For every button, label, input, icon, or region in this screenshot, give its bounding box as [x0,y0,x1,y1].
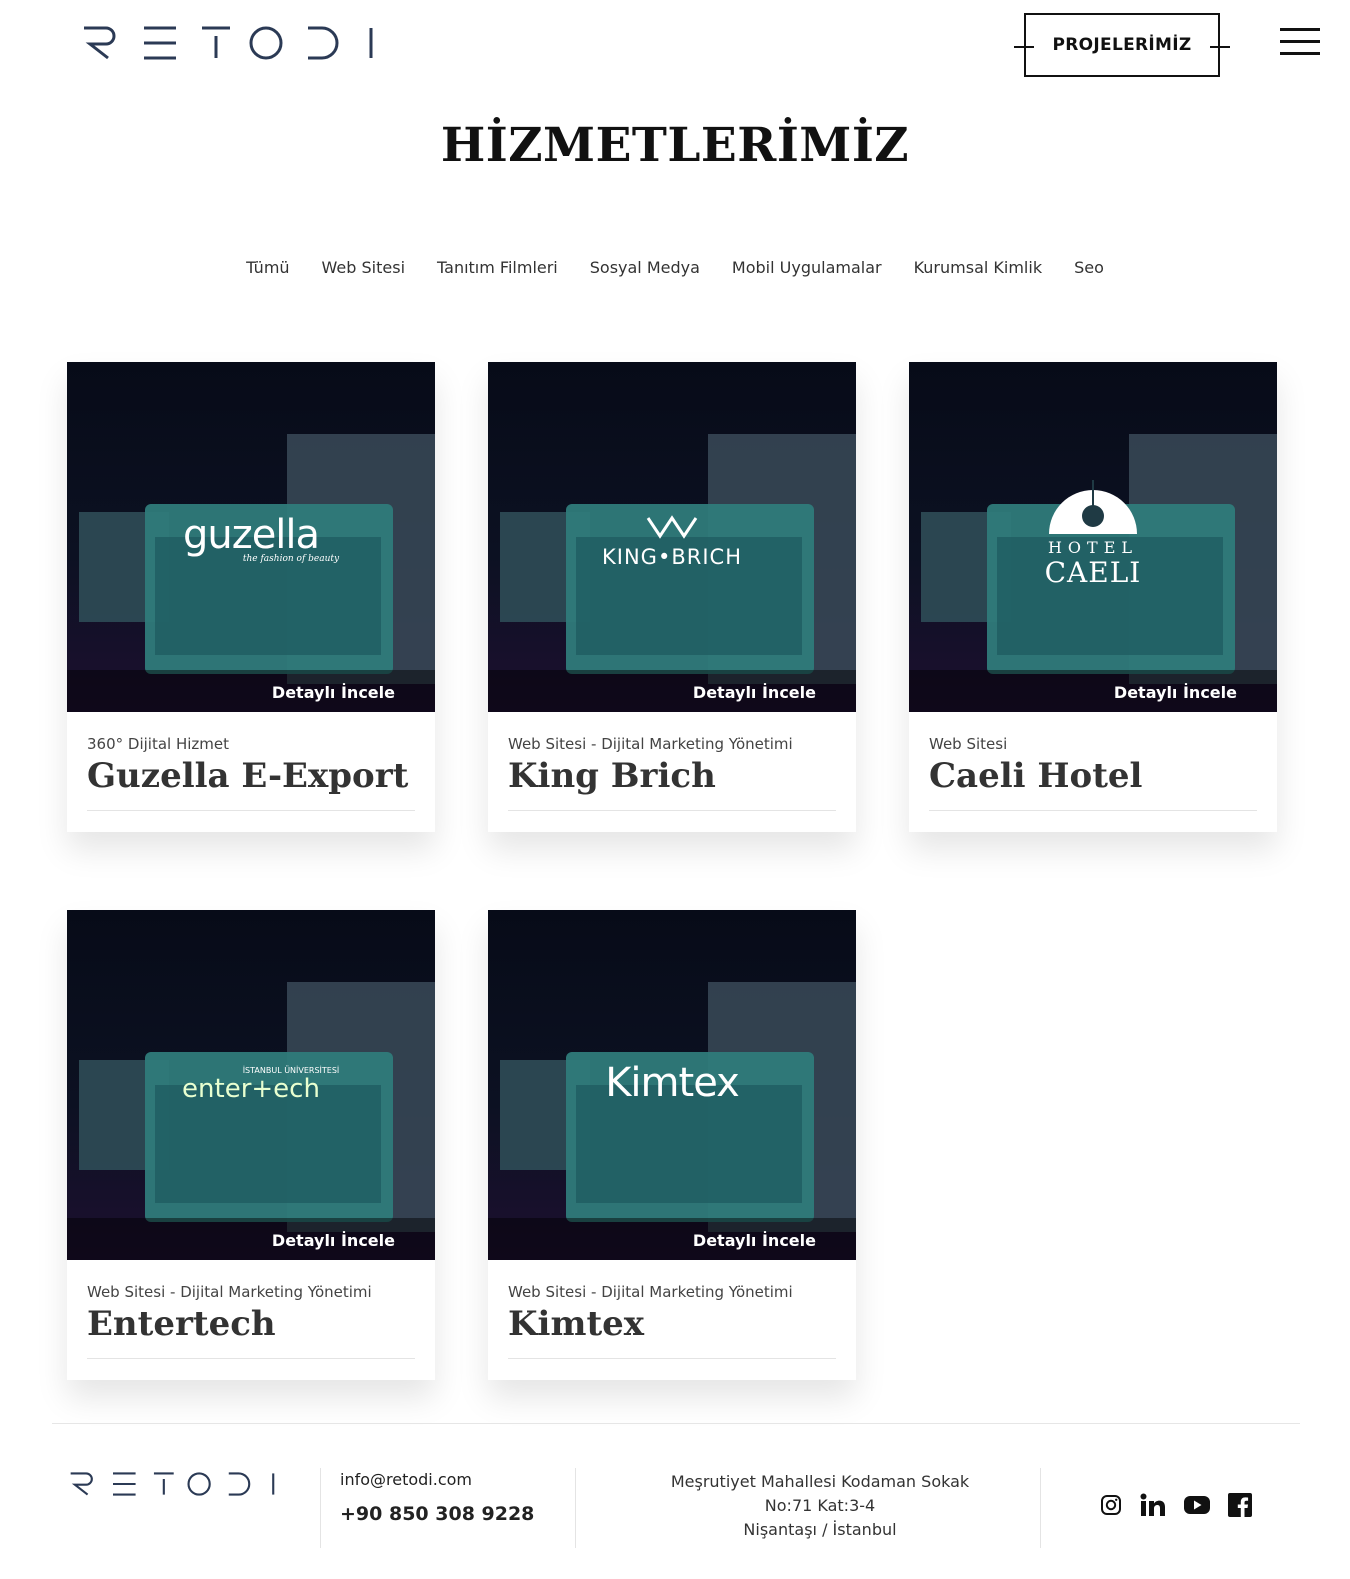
hamburger-menu-icon[interactable] [1280,28,1320,56]
filter-tab-kurumsal-kimlik[interactable]: Kurumsal Kimlik [914,258,1043,277]
project-card-entertech[interactable]: İSTANBUL ÜNİVERSİTESİ enter+ech Detaylı … [67,910,435,1380]
instagram-icon[interactable] [1100,1494,1122,1521]
kimtex-logo: Kimtex [605,1060,740,1106]
address-line: Nişantaşı / İstanbul [743,1520,897,1539]
project-thumbnail[interactable]: KING•BRICH Detaylı İncele [488,362,856,712]
project-card-caeli-hotel[interactable]: HOTEL CAELI Detaylı İncele Web Sitesi Ca… [909,362,1277,832]
footer-address: Meşrutiyet Mahallesi Kodaman Sokak No:71… [640,1470,1000,1542]
guzella-tagline: the fashion of beauty [242,554,340,564]
project-thumbnail[interactable]: guzella the fashion of beauty Detaylı İn… [67,362,435,712]
project-category: 360° Dijital Hizmet [87,735,230,753]
detail-link[interactable]: Detaylı İncele [272,1231,395,1250]
detail-link[interactable]: Detaylı İncele [272,683,395,702]
filter-tab-tanitim-filmleri[interactable]: Tanıtım Filmleri [437,258,558,277]
logo-wordmark-icon [84,26,373,60]
retodi-logo[interactable] [84,26,374,60]
project-thumbnail[interactable]: Kimtex Detaylı İncele [488,910,856,1260]
project-card-guzella[interactable]: guzella the fashion of beauty Detaylı İn… [67,362,435,832]
entertech-logo: enter+ech [182,1074,320,1104]
project-thumbnail[interactable]: HOTEL CAELI Detaylı İncele [909,362,1277,712]
project-category: Web Sitesi - Dijital Marketing Yönetimi [87,1283,372,1301]
filter-tab-all[interactable]: Tümü [246,258,289,277]
filter-tabs: Tümü Web Sitesi Tanıtım Filmleri Sosyal … [0,258,1350,277]
caeli-emblem-icon [1049,480,1137,534]
button-tick-left [1014,46,1034,48]
social-links [1100,1493,1252,1522]
caeli-logo: CAELI [1044,556,1142,589]
caeli-logo-top: HOTEL [1047,538,1139,557]
detail-link[interactable]: Detaylı İncele [693,1231,816,1250]
address-line: Meşrutiyet Mahallesi Kodaman Sokak [670,1472,970,1491]
projects-button-label: PROJELERİMİZ [1052,35,1192,55]
facebook-icon[interactable] [1228,1493,1252,1522]
project-category: Web Sitesi - Dijital Marketing Yönetimi [508,735,793,753]
page-title: HİZMETLERİMİZ [440,118,910,173]
project-title[interactable]: Caeli Hotel [929,756,1142,796]
project-card-kimtex[interactable]: Kimtex Detaylı İncele Web Sitesi - Dijit… [488,910,856,1380]
project-title[interactable]: King Brich [508,756,716,796]
button-tick-right [1210,46,1230,48]
project-thumbnail[interactable]: İSTANBUL ÜNİVERSİTESİ enter+ech Detaylı … [67,910,435,1260]
project-card-king-brich[interactable]: KING•BRICH Detaylı İncele Web Sitesi - D… [488,362,856,832]
filter-tab-seo[interactable]: Seo [1074,258,1104,277]
logo-wordmark-icon [70,1472,275,1496]
detail-link[interactable]: Detaylı İncele [1114,683,1237,702]
linkedin-icon[interactable] [1140,1493,1166,1522]
project-title[interactable]: Kimtex [508,1304,644,1344]
youtube-icon[interactable] [1184,1495,1210,1520]
project-title[interactable]: Entertech [87,1304,276,1344]
footer-phone[interactable]: +90 850 308 9228 [340,1503,534,1525]
filter-tab-web-sitesi[interactable]: Web Sitesi [322,258,405,277]
detail-link[interactable]: Detaylı İncele [693,683,816,702]
address-line: No:71 Kat:3-4 [764,1496,876,1515]
footer-email[interactable]: info@retodi.com [340,1470,472,1489]
crown-icon [646,515,698,539]
projects-button[interactable]: PROJELERİMİZ [1014,13,1230,77]
footer-logo[interactable] [70,1472,276,1496]
project-category: Web Sitesi [929,735,1008,753]
filter-tab-mobil-uygulamalar[interactable]: Mobil Uygulamalar [732,258,882,277]
filter-tab-sosyal-medya[interactable]: Sosyal Medya [590,258,700,277]
footer-divider [52,1423,1300,1424]
project-category: Web Sitesi - Dijital Marketing Yönetimi [508,1283,793,1301]
king-brich-logo: KING•BRICH [602,545,742,569]
project-title[interactable]: Guzella E-Export [87,756,408,796]
guzella-logo: guzella [182,512,320,558]
